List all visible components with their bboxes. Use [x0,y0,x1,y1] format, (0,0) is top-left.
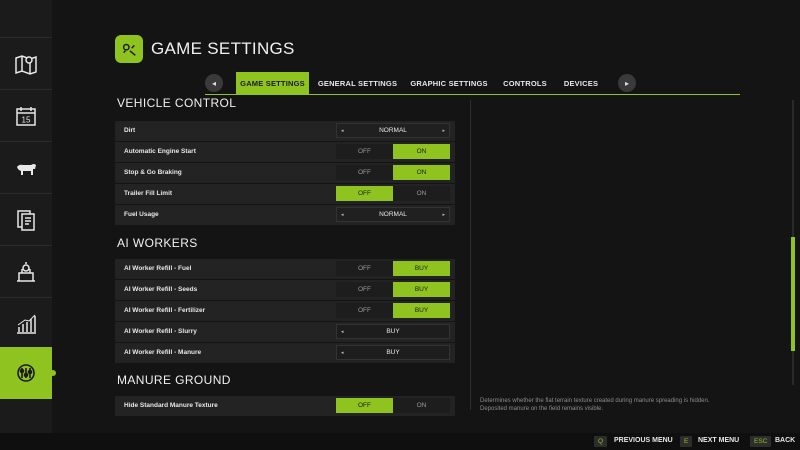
chevron-left-icon: ◂ [341,349,344,356]
setting-label: Fuel Usage [124,211,159,218]
chevron-left-icon[interactable]: ◂ [341,128,344,134]
automatic-engine-start-toggle[interactable]: OFF ON [336,144,450,159]
tab-underline [205,94,740,95]
dirt-select[interactable]: ◂ NORMAL ▸ [336,123,450,138]
select-value: NORMAL [379,211,407,218]
setting-description: Determines whether the flat terrain text… [480,398,710,412]
key-hint-esc: ESC [750,436,772,447]
setting-row-dirt: Dirt ◂ NORMAL ▸ [115,121,455,141]
tab-game-settings[interactable]: GAME SETTINGS [236,72,309,94]
select-value: NORMAL [379,127,407,134]
toggle-off-option[interactable]: OFF [336,186,393,201]
tab-devices[interactable]: DEVICES [557,72,605,94]
map-icon [15,54,37,75]
sidebar-item-statistics[interactable] [0,297,52,349]
setting-label: Automatic Engine Start [124,148,196,155]
toggle-off-option[interactable]: OFF [336,261,393,276]
refill-seeds-toggle[interactable]: OFF BUY [336,282,450,297]
statistics-icon [17,314,36,334]
toggle-off-option[interactable]: OFF [336,144,393,159]
setting-row-automatic-engine-start: Automatic Engine Start OFF ON [115,142,455,162]
tab-graphic-settings[interactable]: GRAPHIC SETTINGS [405,72,493,94]
sidebar: 15 [0,0,56,450]
setting-row-refill-manure: AI Worker Refill - Manure ◂ BUY [115,343,455,363]
back-button[interactable]: BACK [775,437,795,444]
key-hint-e: E [680,436,693,447]
setting-label: Hide Standard Manure Texture [124,402,218,409]
setting-row-refill-fuel: AI Worker Refill - Fuel OFF BUY [115,259,455,279]
setting-label: Dirt [124,127,136,134]
toggle-on-option[interactable]: ON [393,165,450,180]
toggle-off-option[interactable]: OFF [336,303,393,318]
refill-fuel-toggle[interactable]: OFF BUY [336,261,450,276]
setting-label: AI Worker Refill - Seeds [124,286,198,293]
settings-icon [17,364,35,382]
panel-divider [470,100,471,410]
sidebar-item-animals[interactable] [0,141,52,193]
contracts-icon [17,209,35,231]
hide-manure-texture-toggle[interactable]: OFF ON [336,398,450,413]
toggle-on-option[interactable]: ON [393,144,450,159]
setting-row-hide-manure-texture: Hide Standard Manure Texture OFF ON [115,396,455,416]
button-label: BUY [386,328,400,335]
refill-fertilizer-toggle[interactable]: OFF BUY [336,303,450,318]
fuel-usage-select[interactable]: ◂ NORMAL ▸ [336,207,450,222]
chevron-left-icon[interactable]: ◂ [341,212,344,218]
toggle-on-option[interactable]: BUY [393,282,450,297]
setting-row-fuel-usage: Fuel Usage ◂ NORMAL ▸ [115,205,455,225]
chevron-right-icon[interactable]: ▸ [442,212,445,218]
sidebar-item-contracts[interactable] [0,193,52,245]
toggle-off-option[interactable]: OFF [336,282,393,297]
tab-prev-button[interactable]: ◂ [205,74,223,92]
setting-row-refill-fertilizer: AI Worker Refill - Fertilizer OFF BUY [115,301,455,321]
section-title-vehicle-control: VEHICLE CONTROL [117,96,237,110]
sidebar-item-map[interactable] [0,37,52,89]
tab-general-settings[interactable]: GENERAL SETTINGS [315,72,400,94]
toggle-on-option[interactable]: BUY [393,303,450,318]
refill-slurry-button[interactable]: ◂ BUY [336,324,450,339]
setting-row-trailer-fill-limit: Trailer Fill Limit OFF ON [115,184,455,204]
sidebar-item-calendar[interactable]: 15 [0,89,52,141]
setting-label: Trailer Fill Limit [124,190,173,197]
tab-controls[interactable]: CONTROLS [498,72,552,94]
setting-label: AI Worker Refill - Slurry [124,328,197,335]
toggle-on-option[interactable]: ON [393,398,450,413]
chevron-right-icon[interactable]: ▸ [442,128,445,134]
trailer-fill-limit-toggle[interactable]: OFF ON [336,186,450,201]
sidebar-item-production[interactable] [0,245,52,297]
refill-manure-button[interactable]: ◂ BUY [336,345,450,360]
section-title-manure-ground: MANURE GROUND [117,373,231,387]
key-hint-q: Q [594,436,608,447]
setting-label: AI Worker Refill - Fuel [124,265,192,272]
button-label: BUY [386,349,400,356]
page-title: GAME SETTINGS [151,39,295,58]
toggle-off-option[interactable]: OFF [336,398,393,413]
next-menu-button[interactable]: NEXT MENU [698,437,739,444]
toggle-on-option[interactable]: ON [393,186,450,201]
previous-menu-button[interactable]: PREVIOUS MENU [614,437,673,444]
toggle-on-option[interactable]: BUY [393,261,450,276]
setting-label: AI Worker Refill - Manure [124,349,202,356]
setting-row-refill-seeds: AI Worker Refill - Seeds OFF BUY [115,280,455,300]
setting-label: Stop & Go Braking [124,169,182,176]
tab-next-button[interactable]: ▸ [618,74,636,92]
stop-go-braking-toggle[interactable]: OFF ON [336,165,450,180]
setting-row-stop-go-braking: Stop & Go Braking OFF ON [115,163,455,183]
setting-row-refill-slurry: AI Worker Refill - Slurry ◂ BUY [115,322,455,342]
toggle-off-option[interactable]: OFF [336,165,393,180]
settings-gear-icon [115,35,143,63]
chevron-left-icon: ◂ [341,328,344,335]
scrollbar-thumb[interactable] [791,237,795,351]
section-title-ai-workers: AI WORKERS [117,236,198,250]
setting-label: AI Worker Refill - Fertilizer [124,307,206,314]
sidebar-item-settings[interactable] [0,347,56,399]
calendar-icon: 15 [16,106,36,126]
production-icon [17,261,35,282]
settings-list: VEHICLE CONTROL Dirt ◂ NORMAL ▸ Automati… [115,96,455,434]
svg-text:15: 15 [22,115,31,124]
animals-icon [17,163,36,175]
